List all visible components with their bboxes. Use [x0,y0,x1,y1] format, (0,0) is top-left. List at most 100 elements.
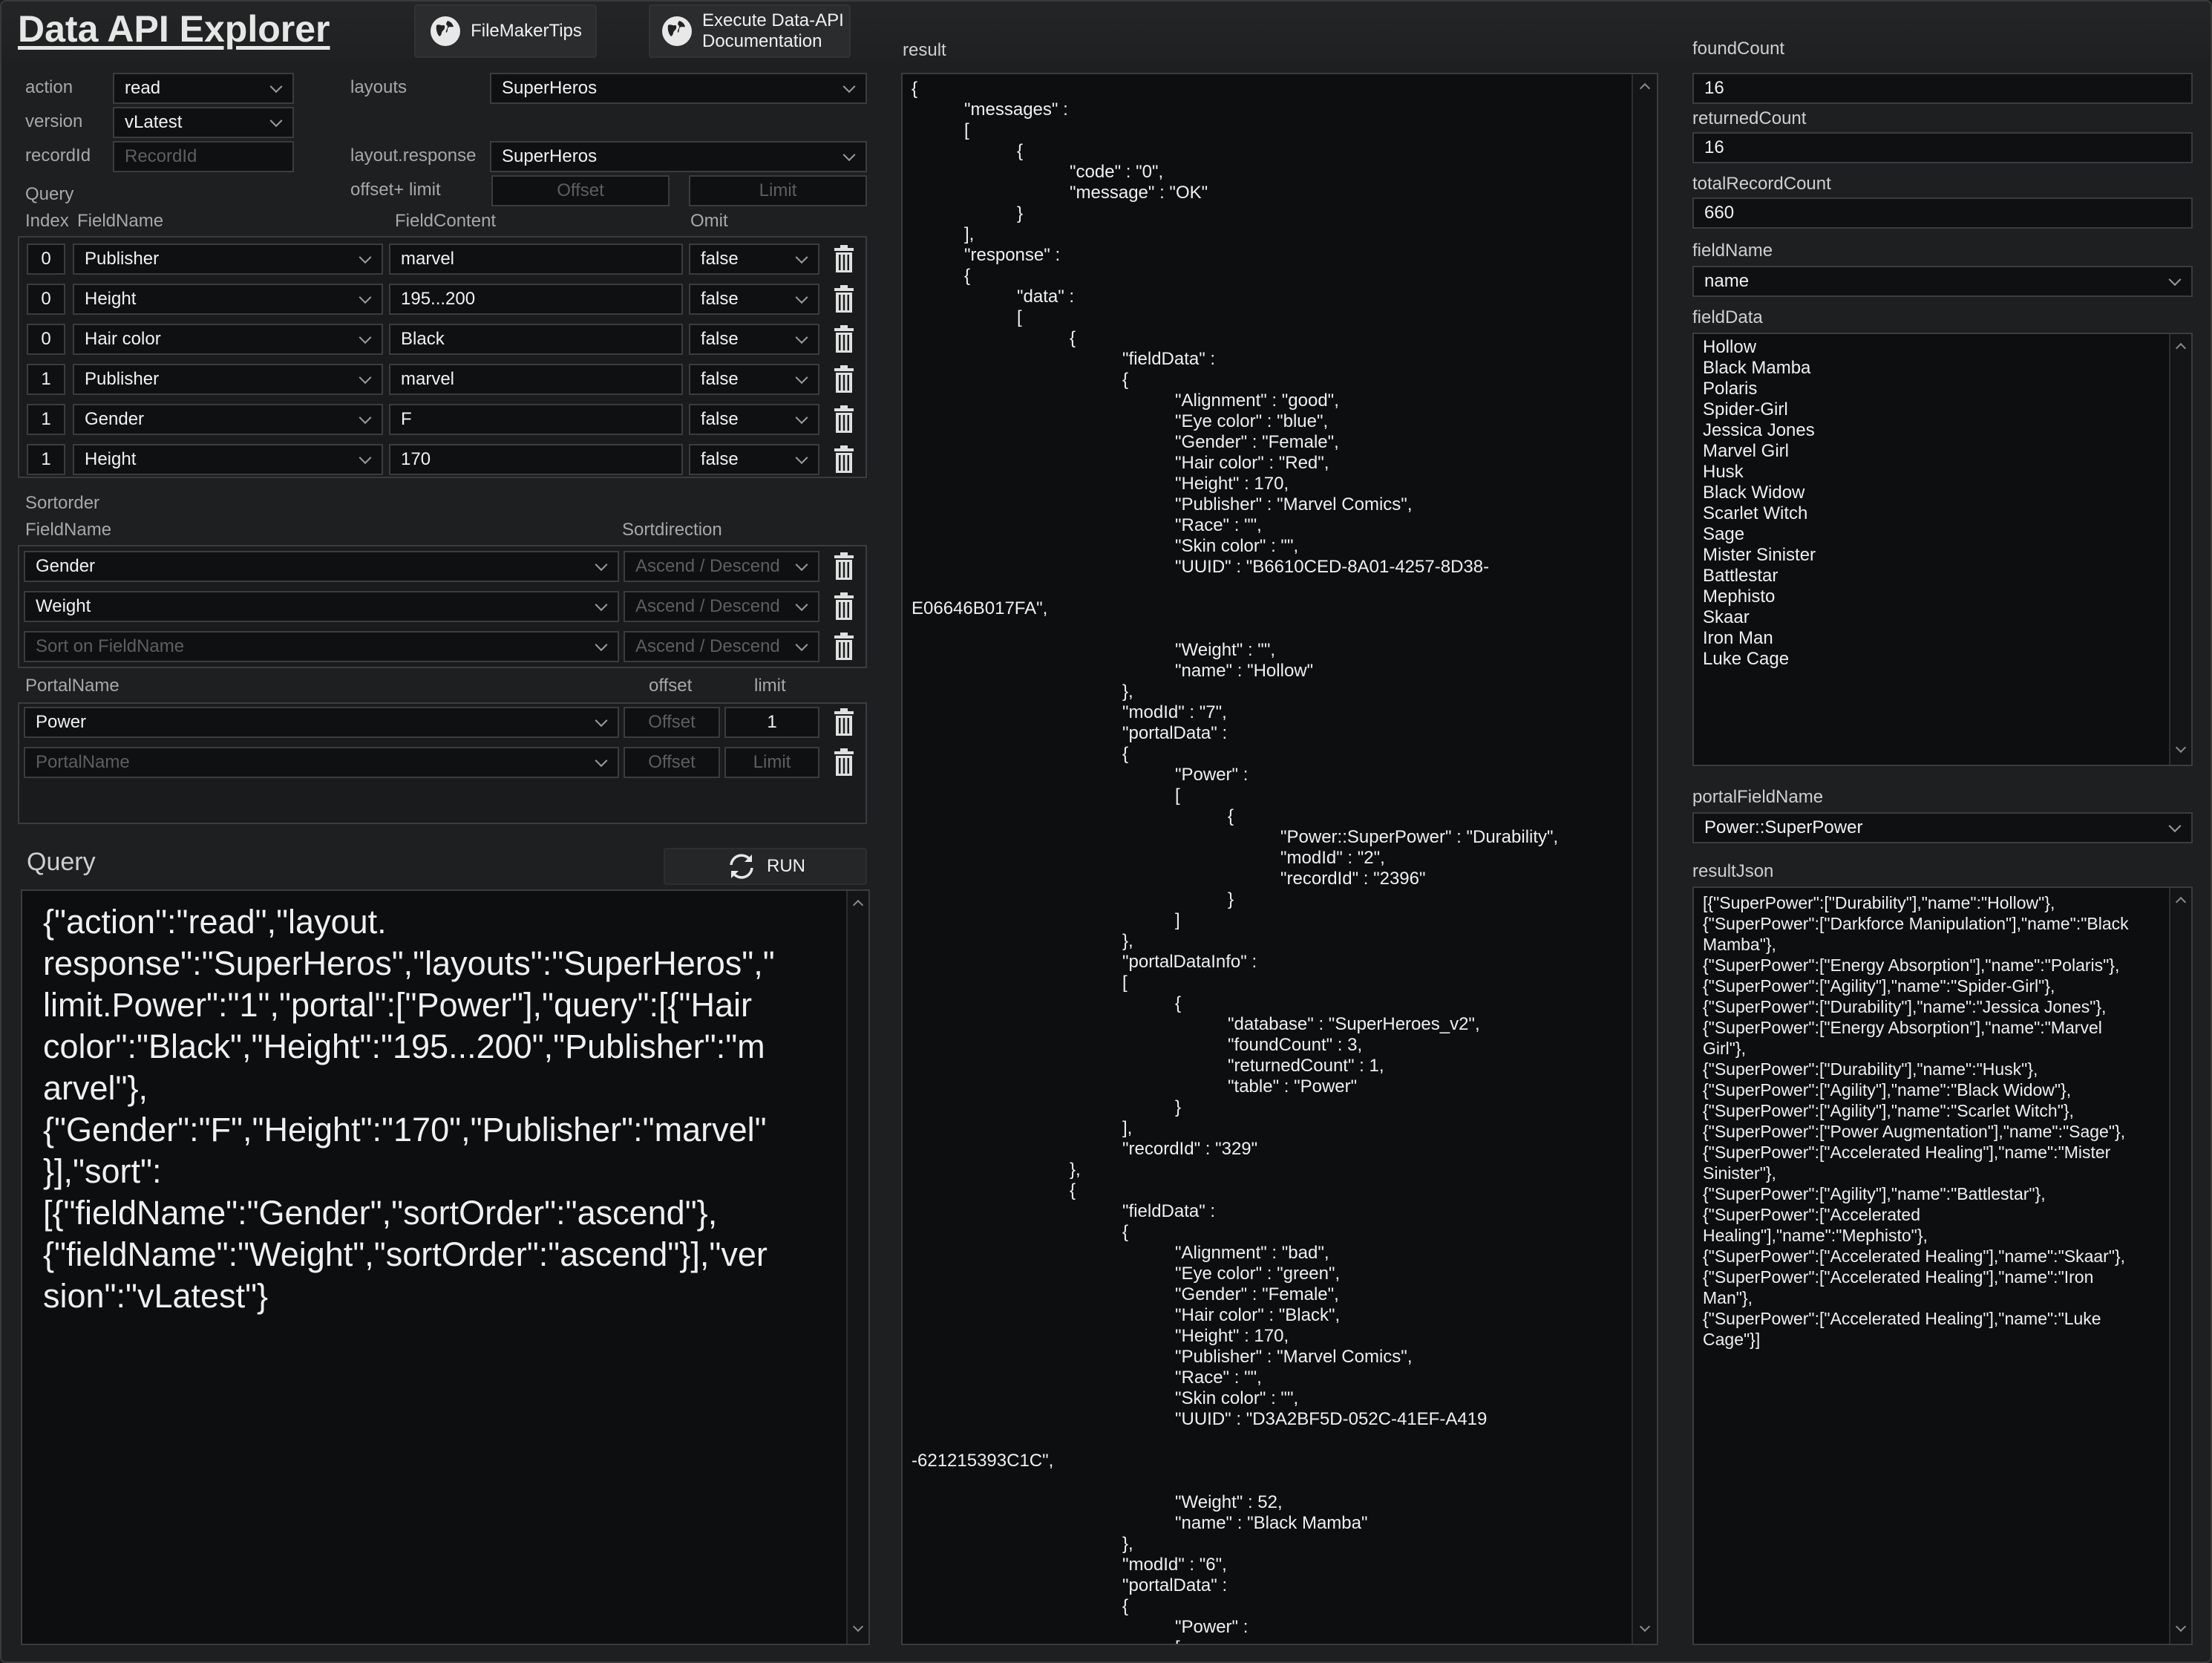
totalrecordcount-label: totalRecordCount [1692,174,1831,194]
fielddata-item[interactable]: Polaris [1703,379,1816,399]
app-window: Data API Explorer FileMakerTips Execute … [0,0,2212,1663]
sort-row-fieldname[interactable]: Sort on FieldName [24,631,619,662]
fielddata-item[interactable]: Iron Man [1703,628,1816,649]
fielddata-item[interactable]: Mephisto [1703,587,1816,607]
query-row-omit[interactable]: false [689,284,819,315]
totalrecordcount-field[interactable]: 660 [1692,197,2193,229]
query-row-fieldcontent[interactable]: F [389,404,683,435]
action-select[interactable]: read [113,73,294,104]
filemakertips-button[interactable]: FileMakerTips [414,4,597,58]
trash-icon[interactable] [833,748,855,777]
fieldname-label: fieldName [1692,241,1773,261]
fielddata-item[interactable]: Marvel Girl [1703,441,1816,462]
recordid-input[interactable]: RecordId [113,141,294,172]
layout-response-select[interactable]: SuperHeros [490,141,867,172]
sort-row-direction[interactable]: Ascend / Descend [624,551,819,582]
trash-icon[interactable] [833,445,855,474]
query-row-omit[interactable]: false [689,444,819,475]
trash-icon[interactable] [833,592,855,621]
layouts-select[interactable]: SuperHeros [490,73,867,104]
result-label: result [903,40,946,60]
query-row-index[interactable]: 0 [27,324,65,355]
sort-col-direction-header: Sortdirection [622,520,722,540]
fielddata-item[interactable]: Battlestar [1703,566,1816,587]
sort-row-fieldname[interactable]: Gender [24,551,619,582]
trash-icon[interactable] [833,552,855,581]
foundcount-field[interactable]: 16 [1692,73,2193,104]
query-output-area[interactable]: {"action":"read","layout. response":"Sup… [21,889,870,1645]
col-omit-header: Omit [690,211,728,231]
fielddata-item[interactable]: Hollow [1703,337,1816,358]
query-row-fieldcontent[interactable]: 195...200 [389,284,683,315]
query-row-fieldcontent[interactable]: marvel [389,364,683,395]
app-title: Data API Explorer [18,8,330,50]
sort-row-direction[interactable]: Ascend / Descend [624,631,819,662]
offset-limit-label: offset+ limit [350,180,441,200]
version-select[interactable]: vLatest [113,107,294,138]
query-row-omit[interactable]: false [689,324,819,355]
fielddata-item[interactable]: Luke Cage [1703,649,1816,670]
trash-icon[interactable] [833,284,855,314]
fielddata-item[interactable]: Jessica Jones [1703,420,1816,441]
query-row-fieldcontent[interactable]: 170 [389,444,683,475]
fielddata-label: fieldData [1692,307,1763,327]
portal-row-name[interactable]: Power [24,707,619,738]
portal-row-limit[interactable]: Limit [724,747,819,778]
offset-input[interactable]: Offset [491,175,670,206]
run-button[interactable]: RUN [664,848,867,885]
fielddata-item[interactable]: Husk [1703,462,1816,483]
query-row-index[interactable]: 1 [27,444,65,475]
trash-icon[interactable] [833,324,855,354]
query-row-index[interactable]: 0 [27,244,65,275]
query-output-title: Query [27,848,96,876]
resultjson-scrollbar[interactable] [2169,888,2191,1644]
fieldname-select[interactable]: name [1692,266,2193,297]
fielddata-item[interactable]: Scarlet Witch [1703,503,1816,524]
resultjson-area[interactable]: [{"SuperPower":["Durability"],"name":"Ho… [1692,886,2193,1645]
limit-input[interactable]: Limit [689,175,867,206]
fielddata-scrollbar[interactable] [2169,334,2191,765]
portal-row-offset[interactable]: Offset [624,747,720,778]
sortorder-title: Sortorder [25,493,100,513]
query-row-fieldname[interactable]: Gender [73,404,383,435]
result-area[interactable]: { "messages" : [ { "code" : "0", "messag… [901,73,1658,1645]
portal-row-name[interactable]: PortalName [24,747,619,778]
fielddata-item[interactable]: Black Widow [1703,483,1816,503]
trash-icon[interactable] [833,708,855,737]
result-text: { "messages" : [ { "code" : "0", "messag… [912,79,1559,1644]
portalfieldname-select[interactable]: Power::SuperPower [1692,812,2193,843]
query-row-fieldname[interactable]: Height [73,444,383,475]
query-row-index[interactable]: 1 [27,364,65,395]
trash-icon[interactable] [833,244,855,274]
fielddata-item[interactable]: Mister Sinister [1703,545,1816,566]
portal-row-offset[interactable]: Offset [624,707,720,738]
trash-icon[interactable] [833,632,855,661]
query-row-fieldcontent[interactable]: marvel [389,244,683,275]
portal-col-name-header: PortalName [25,676,120,696]
query-row-index[interactable]: 1 [27,404,65,435]
fielddata-item[interactable]: Black Mamba [1703,358,1816,379]
query-row-omit[interactable]: false [689,244,819,275]
returnedcount-field[interactable]: 16 [1692,132,2193,163]
trash-icon[interactable] [833,365,855,394]
query-row-omit[interactable]: false [689,364,819,395]
portal-row-limit[interactable]: 1 [724,707,819,738]
sort-row-fieldname[interactable]: Weight [24,591,619,622]
query-row-omit[interactable]: false [689,404,819,435]
query-row-fieldname[interactable]: Hair color [73,324,383,355]
execute-docs-button[interactable]: Execute Data-API Documentation [649,4,851,58]
fielddata-item[interactable]: Sage [1703,524,1816,545]
result-scrollbar[interactable] [1632,74,1657,1644]
query-output-scrollbar[interactable] [846,891,868,1644]
trash-icon[interactable] [833,405,855,434]
query-row-fieldcontent[interactable]: Black [389,324,683,355]
query-row-fieldname[interactable]: Height [73,284,383,315]
globe-icon [431,16,461,46]
sort-row-direction[interactable]: Ascend / Descend [624,591,819,622]
fielddata-item[interactable]: Skaar [1703,607,1816,628]
query-row-fieldname[interactable]: Publisher [73,364,383,395]
fielddata-list[interactable]: Hollow Black Mamba Polaris Spider-Girl Jessi… [1692,333,2193,766]
fielddata-item[interactable]: Spider-Girl [1703,399,1816,420]
query-row-index[interactable]: 0 [27,284,65,315]
query-row-fieldname[interactable]: Publisher [73,244,383,275]
